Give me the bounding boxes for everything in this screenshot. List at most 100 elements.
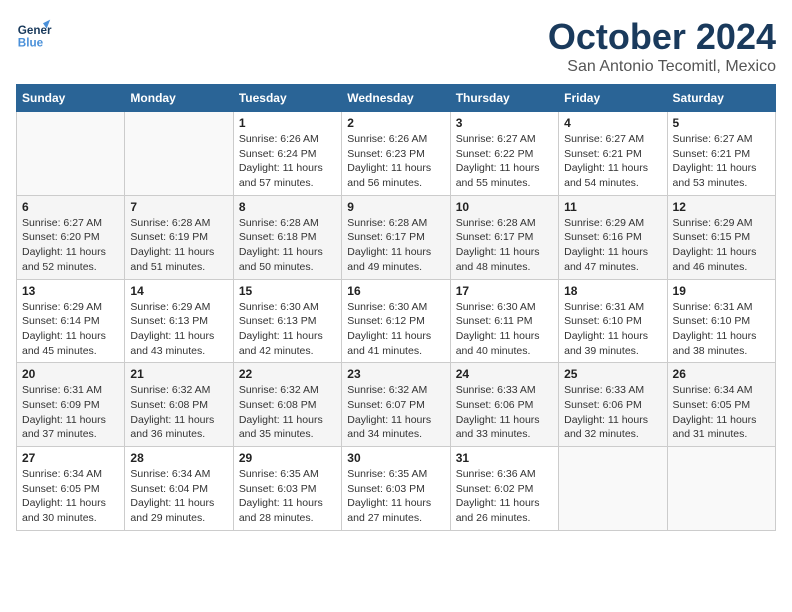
day-number: 17 bbox=[456, 284, 553, 298]
week-row-5: 27 Sunrise: 6:34 AMSunset: 6:05 PMDayligh… bbox=[17, 447, 776, 531]
day-number: 18 bbox=[564, 284, 661, 298]
day-info: Sunrise: 6:31 AMSunset: 6:09 PMDaylight:… bbox=[22, 383, 119, 442]
day-number: 10 bbox=[456, 200, 553, 214]
calendar-cell: 21 Sunrise: 6:32 AMSunset: 6:08 PMDayligh… bbox=[125, 363, 233, 447]
day-number: 12 bbox=[673, 200, 770, 214]
day-number: 26 bbox=[673, 367, 770, 381]
calendar-cell: 15 Sunrise: 6:30 AMSunset: 6:13 PMDayligh… bbox=[233, 279, 341, 363]
day-number: 15 bbox=[239, 284, 336, 298]
day-number: 22 bbox=[239, 367, 336, 381]
day-number: 7 bbox=[130, 200, 227, 214]
day-number: 8 bbox=[239, 200, 336, 214]
calendar-cell: 25 Sunrise: 6:33 AMSunset: 6:06 PMDayligh… bbox=[559, 363, 667, 447]
calendar-cell bbox=[559, 447, 667, 531]
day-number: 31 bbox=[456, 451, 553, 465]
day-info: Sunrise: 6:31 AMSunset: 6:10 PMDaylight:… bbox=[673, 300, 770, 359]
day-info: Sunrise: 6:29 AMSunset: 6:16 PMDaylight:… bbox=[564, 216, 661, 275]
day-info: Sunrise: 6:27 AMSunset: 6:21 PMDaylight:… bbox=[564, 132, 661, 191]
day-info: Sunrise: 6:29 AMSunset: 6:13 PMDaylight:… bbox=[130, 300, 227, 359]
calendar-cell: 5Sunrise: 6:27 AMSunset: 6:21 PMDaylight… bbox=[667, 112, 775, 196]
logo: General Blue bbox=[16, 16, 52, 52]
calendar-table: SundayMondayTuesdayWednesdayThursdayFrid… bbox=[16, 84, 776, 531]
day-info: Sunrise: 6:30 AMSunset: 6:12 PMDaylight:… bbox=[347, 300, 444, 359]
day-info: Sunrise: 6:27 AMSunset: 6:20 PMDaylight:… bbox=[22, 216, 119, 275]
day-info: Sunrise: 6:27 AMSunset: 6:22 PMDaylight:… bbox=[456, 132, 553, 191]
day-number: 25 bbox=[564, 367, 661, 381]
day-number: 3 bbox=[456, 116, 553, 130]
day-info: Sunrise: 6:35 AMSunset: 6:03 PMDaylight:… bbox=[347, 467, 444, 526]
day-number: 28 bbox=[130, 451, 227, 465]
calendar-cell: 7Sunrise: 6:28 AMSunset: 6:19 PMDaylight… bbox=[125, 195, 233, 279]
calendar-cell: 2 Sunrise: 6:26 AMSunset: 6:23 PMDaylight… bbox=[342, 112, 450, 196]
day-info: Sunrise: 6:28 AMSunset: 6:18 PMDaylight:… bbox=[239, 216, 336, 275]
day-info: Sunrise: 6:34 AMSunset: 6:05 PMDaylight:… bbox=[673, 383, 770, 442]
column-header-thursday: Thursday bbox=[450, 85, 558, 112]
calendar-cell: 27 Sunrise: 6:34 AMSunset: 6:05 PMDayligh… bbox=[17, 447, 125, 531]
calendar-cell: 8 Sunrise: 6:28 AMSunset: 6:18 PMDaylight… bbox=[233, 195, 341, 279]
calendar-cell: 10 Sunrise: 6:28 AMSunset: 6:17 PMDayligh… bbox=[450, 195, 558, 279]
day-number: 24 bbox=[456, 367, 553, 381]
day-info: Sunrise: 6:32 AMSunset: 6:08 PMDaylight:… bbox=[239, 383, 336, 442]
calendar-cell: 11 Sunrise: 6:29 AMSunset: 6:16 PMDayligh… bbox=[559, 195, 667, 279]
day-number: 21 bbox=[130, 367, 227, 381]
day-info: Sunrise: 6:28 AMSunset: 6:17 PMDaylight:… bbox=[347, 216, 444, 275]
week-row-1: 1Sunrise: 6:26 AMSunset: 6:24 PMDaylight… bbox=[17, 112, 776, 196]
calendar-cell: 26 Sunrise: 6:34 AMSunset: 6:05 PMDayligh… bbox=[667, 363, 775, 447]
column-header-tuesday: Tuesday bbox=[233, 85, 341, 112]
calendar-cell bbox=[17, 112, 125, 196]
calendar-cell: 3 Sunrise: 6:27 AMSunset: 6:22 PMDaylight… bbox=[450, 112, 558, 196]
day-info: Sunrise: 6:32 AMSunset: 6:07 PMDaylight:… bbox=[347, 383, 444, 442]
calendar-cell: 16 Sunrise: 6:30 AMSunset: 6:12 PMDayligh… bbox=[342, 279, 450, 363]
day-info: Sunrise: 6:26 AMSunset: 6:23 PMDaylight:… bbox=[347, 132, 444, 191]
calendar-cell: 14 Sunrise: 6:29 AMSunset: 6:13 PMDayligh… bbox=[125, 279, 233, 363]
calendar-cell: 9 Sunrise: 6:28 AMSunset: 6:17 PMDaylight… bbox=[342, 195, 450, 279]
column-header-monday: Monday bbox=[125, 85, 233, 112]
day-info: Sunrise: 6:33 AMSunset: 6:06 PMDaylight:… bbox=[564, 383, 661, 442]
column-header-saturday: Saturday bbox=[667, 85, 775, 112]
day-info: Sunrise: 6:34 AMSunset: 6:04 PMDaylight:… bbox=[130, 467, 227, 526]
calendar-cell bbox=[667, 447, 775, 531]
calendar-cell: 18 Sunrise: 6:31 AMSunset: 6:10 PMDayligh… bbox=[559, 279, 667, 363]
calendar-cell: 31 Sunrise: 6:36 AMSunset: 6:02 PMDayligh… bbox=[450, 447, 558, 531]
title-area: October 2024 San Antonio Tecomitl, Mexic… bbox=[548, 16, 776, 76]
calendar-cell: 12 Sunrise: 6:29 AMSunset: 6:15 PMDayligh… bbox=[667, 195, 775, 279]
week-row-2: 6 Sunrise: 6:27 AMSunset: 6:20 PMDaylight… bbox=[17, 195, 776, 279]
day-number: 11 bbox=[564, 200, 661, 214]
calendar-header-row: SundayMondayTuesdayWednesdayThursdayFrid… bbox=[17, 85, 776, 112]
calendar-cell: 22 Sunrise: 6:32 AMSunset: 6:08 PMDayligh… bbox=[233, 363, 341, 447]
location-subtitle: San Antonio Tecomitl, Mexico bbox=[548, 58, 776, 76]
month-title: October 2024 bbox=[548, 16, 776, 58]
day-number: 6 bbox=[22, 200, 119, 214]
day-number: 27 bbox=[22, 451, 119, 465]
day-info: Sunrise: 6:29 AMSunset: 6:15 PMDaylight:… bbox=[673, 216, 770, 275]
calendar-cell: 23Sunrise: 6:32 AMSunset: 6:07 PMDayligh… bbox=[342, 363, 450, 447]
day-number: 19 bbox=[673, 284, 770, 298]
day-info: Sunrise: 6:32 AMSunset: 6:08 PMDaylight:… bbox=[130, 383, 227, 442]
day-info: Sunrise: 6:30 AMSunset: 6:11 PMDaylight:… bbox=[456, 300, 553, 359]
week-row-3: 13Sunrise: 6:29 AMSunset: 6:14 PMDayligh… bbox=[17, 279, 776, 363]
calendar-cell: 20 Sunrise: 6:31 AMSunset: 6:09 PMDayligh… bbox=[17, 363, 125, 447]
column-header-wednesday: Wednesday bbox=[342, 85, 450, 112]
calendar-cell: 29Sunrise: 6:35 AMSunset: 6:03 PMDayligh… bbox=[233, 447, 341, 531]
day-number: 30 bbox=[347, 451, 444, 465]
day-info: Sunrise: 6:28 AMSunset: 6:17 PMDaylight:… bbox=[456, 216, 553, 275]
logo-icon: General Blue bbox=[16, 16, 52, 52]
calendar-cell: 28 Sunrise: 6:34 AMSunset: 6:04 PMDayligh… bbox=[125, 447, 233, 531]
svg-text:Blue: Blue bbox=[18, 37, 44, 50]
day-number: 14 bbox=[130, 284, 227, 298]
day-number: 2 bbox=[347, 116, 444, 130]
day-info: Sunrise: 6:30 AMSunset: 6:13 PMDaylight:… bbox=[239, 300, 336, 359]
calendar-cell: 1Sunrise: 6:26 AMSunset: 6:24 PMDaylight… bbox=[233, 112, 341, 196]
day-number: 5 bbox=[673, 116, 770, 130]
day-info: Sunrise: 6:36 AMSunset: 6:02 PMDaylight:… bbox=[456, 467, 553, 526]
day-number: 29 bbox=[239, 451, 336, 465]
day-number: 16 bbox=[347, 284, 444, 298]
day-info: Sunrise: 6:34 AMSunset: 6:05 PMDaylight:… bbox=[22, 467, 119, 526]
day-number: 20 bbox=[22, 367, 119, 381]
calendar-cell: 6 Sunrise: 6:27 AMSunset: 6:20 PMDaylight… bbox=[17, 195, 125, 279]
day-number: 9 bbox=[347, 200, 444, 214]
day-info: Sunrise: 6:31 AMSunset: 6:10 PMDaylight:… bbox=[564, 300, 661, 359]
column-header-friday: Friday bbox=[559, 85, 667, 112]
calendar-cell: 4Sunrise: 6:27 AMSunset: 6:21 PMDaylight… bbox=[559, 112, 667, 196]
day-number: 1 bbox=[239, 116, 336, 130]
